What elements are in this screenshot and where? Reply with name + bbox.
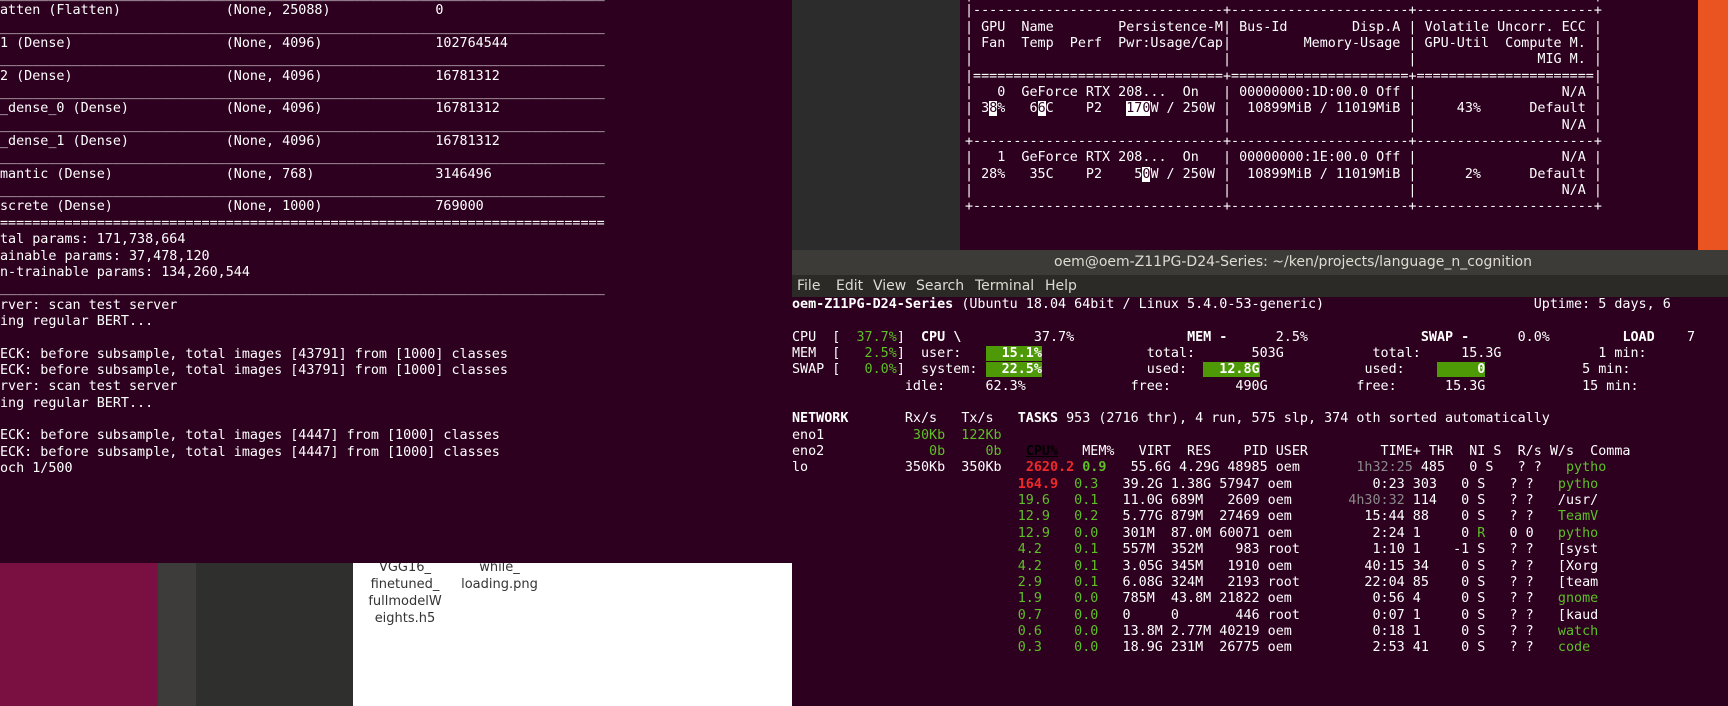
terminal-line: ________________________________________…: [0, 85, 605, 101]
terminal-line: rver: scan test server: [0, 379, 178, 395]
menu-file[interactable]: File: [797, 275, 820, 297]
terminal-line: ________________________________________…: [0, 19, 605, 35]
terminal-line: ________________________________________…: [0, 281, 605, 297]
terminal-line: 2 (Dense) (None, 4096) 16781312: [0, 68, 500, 84]
terminal-line: ainable params: 37,478,120: [0, 248, 210, 264]
file-icon-loading-png[interactable]: while_ loading.png: [452, 559, 547, 593]
terminal-line: ________________________________________…: [0, 117, 605, 133]
terminal-line: 1 (Dense) (None, 4096) 102764544: [0, 36, 508, 52]
menu-view[interactable]: View: [873, 275, 906, 297]
nvidia-smi-line: | 28% 35C P2 50W / 250W | 10899MiB / 110…: [965, 166, 1602, 182]
nvidia-smi-line: | 1 GeForce RTX 208... On | 00000000:1E:…: [965, 150, 1602, 166]
terminal-line: ECK: before subsample, total images [444…: [0, 428, 500, 444]
nvidia-smi-line: |-------------------------------+-------…: [965, 3, 1602, 19]
host-name: oem-Z11PG-D24-Series: [792, 297, 954, 312]
terminal-line: _dense_1 (Dense) (None, 4096) 16781312: [0, 134, 500, 150]
terminal-line: mantic (Dense) (None, 768) 3146496: [0, 166, 492, 182]
window-edge: [1698, 0, 1728, 250]
glances-monitor: oem-Z11PG-D24-Series (Ubuntu 18.04 64bit…: [792, 297, 1695, 656]
terminal-line: och 1/500: [0, 460, 73, 476]
menu-help[interactable]: Help: [1045, 275, 1077, 297]
nvidia-smi-line: | 0 GeForce RTX 208... On | 00000000:1D:…: [965, 85, 1602, 101]
nvidia-smi-line: | 38% 66C P2 170W / 250W | 10899MiB / 11…: [965, 101, 1602, 117]
terminal-training-output[interactable]: ________________________________________…: [0, 0, 792, 563]
menu-bar: File Edit View Search Terminal Help: [792, 275, 1728, 297]
terminal-line: tal params: 171,738,664: [0, 232, 186, 248]
terminal-line: ========================================…: [0, 215, 605, 231]
terminal-line: n-trainable params: 134,260,544: [0, 264, 250, 280]
terminal-line: ECK: before subsample, total images [437…: [0, 362, 508, 378]
terminal-line: ing regular BERT...: [0, 395, 154, 411]
nvidia-smi-line: | | | N/A |: [965, 183, 1602, 199]
nvidia-smi-line: |===============================+=======…: [965, 68, 1602, 84]
terminal-line: ECK: before subsample, total images [437…: [0, 346, 508, 362]
terminal-line: atten (Flatten) (None, 25088) 0: [0, 3, 444, 19]
terminal-line: ________________________________________…: [0, 52, 605, 68]
terminal-line: ECK: before subsample, total images [444…: [0, 444, 500, 460]
terminal-glances[interactable]: oem@oem-Z11PG-D24-Series: ~/ken/projects…: [792, 250, 1728, 706]
desktop-panel: [196, 559, 353, 706]
file-icon-vgg16-model[interactable]: VGG16_ finetuned_ fullmodelW eights.h5: [360, 559, 450, 627]
terminal-line: ________________________________________…: [0, 183, 605, 199]
desktop-background: [0, 559, 158, 706]
nvidia-smi-output: | NVIDIA-SMI 455.45.01 Driver Version: 4…: [965, 0, 1602, 216]
terminal-text: ________________________________________…: [0, 0, 605, 477]
nvidia-smi-line: +-------------------------------+-------…: [965, 199, 1602, 215]
terminal-line: ________________________________________…: [0, 0, 605, 2]
terminal-line: rver: scan test server: [0, 297, 178, 313]
nvidia-smi-line: +-------------------------------+-------…: [965, 134, 1602, 150]
menu-search[interactable]: Search: [916, 275, 964, 297]
menu-edit[interactable]: Edit: [836, 275, 863, 297]
terminal-line: _dense_0 (Dense) (None, 4096) 16781312: [0, 101, 500, 117]
window-title: oem@oem-Z11PG-D24-Series: ~/ken/projects…: [1054, 254, 1532, 270]
nvidia-smi-line: | | | MIG M. |: [965, 52, 1602, 68]
nvidia-smi-line: | | | N/A |: [965, 117, 1602, 133]
terminal-line: ________________________________________…: [0, 150, 605, 166]
nvidia-smi-line: | GPU Name Persistence-M| Bus-Id Disp.A …: [965, 19, 1602, 35]
terminal-line: ing regular BERT...: [0, 313, 154, 329]
nvidia-smi-line: | NVIDIA-SMI 455.45.01 Driver Version: 4…: [965, 0, 1602, 2]
terminal-line: screte (Dense) (None, 1000) 769000: [0, 199, 484, 215]
nvidia-smi-line: | Fan Temp Perf Pwr:Usage/Cap| Memory-Us…: [965, 36, 1602, 52]
window-titlebar[interactable]: oem@oem-Z11PG-D24-Series: ~/ken/projects…: [792, 250, 1728, 275]
desktop-panel: [158, 559, 196, 706]
menu-terminal[interactable]: Terminal: [975, 275, 1034, 297]
